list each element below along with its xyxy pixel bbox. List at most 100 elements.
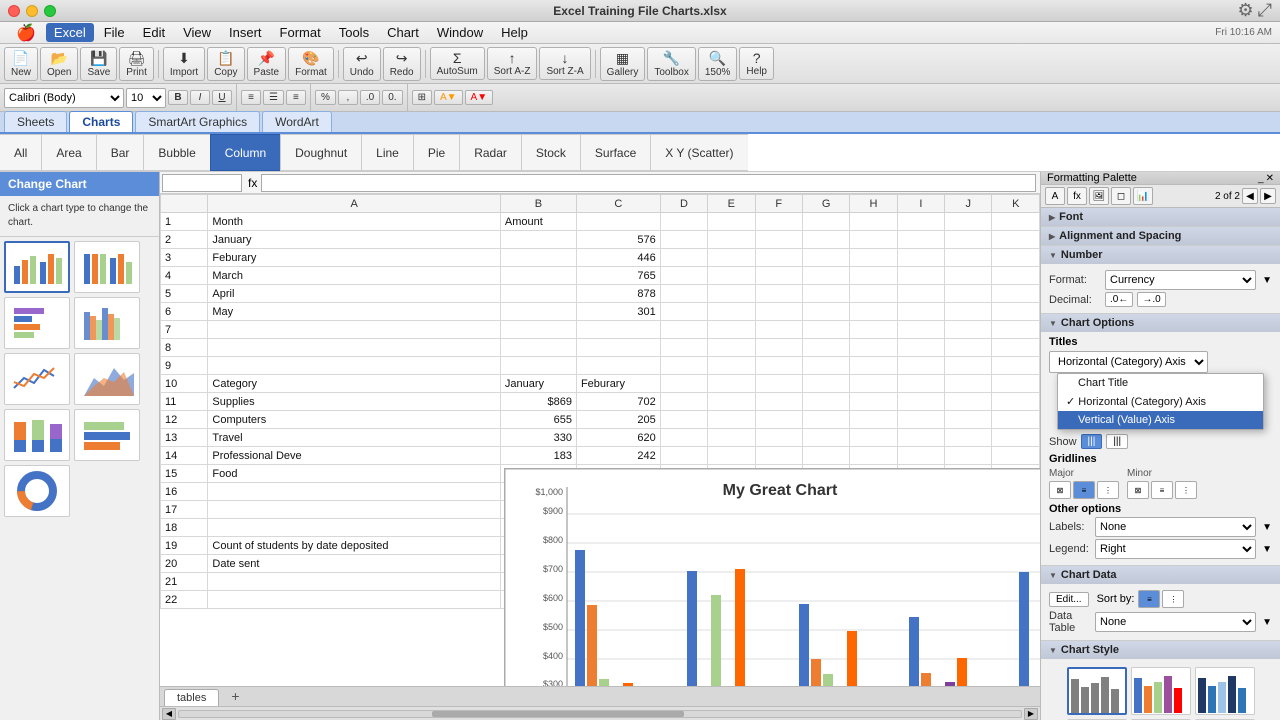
cell-r11-c8[interactable] <box>850 411 897 429</box>
cell-r0-c4[interactable] <box>660 213 707 231</box>
open-button[interactable]: 📂 Open <box>40 47 78 81</box>
menu-tools[interactable]: Tools <box>331 23 377 42</box>
cell-r9-c7[interactable] <box>802 375 849 393</box>
show-off-button[interactable]: ||| <box>1106 434 1128 449</box>
nav-next[interactable]: ▶ <box>1260 188 1276 204</box>
cell-r2-c3[interactable]: 446 <box>576 249 660 267</box>
cell-r11-c9[interactable] <box>897 411 944 429</box>
formula-bar[interactable] <box>261 174 1036 192</box>
cell-r5-c7[interactable] <box>802 303 849 321</box>
col-header-9[interactable]: I <box>897 195 944 213</box>
labels-select[interactable]: None Show <box>1095 517 1256 537</box>
cell-r10-c9[interactable] <box>897 393 944 411</box>
cell-r17-c1[interactable] <box>208 519 501 537</box>
cell-r3-c11[interactable] <box>992 267 1040 285</box>
cell-r10-c1[interactable]: Supplies <box>208 393 501 411</box>
style-2[interactable] <box>1131 667 1191 715</box>
sort-az-button[interactable]: ↑ Sort A-Z <box>487 47 538 80</box>
cell-r6-c10[interactable] <box>945 321 992 339</box>
titles-dropdown[interactable]: Horizontal (Category) Axis Chart Title V… <box>1049 351 1208 373</box>
chart-type-area[interactable]: Area <box>41 134 95 171</box>
col-header-6[interactable]: F <box>755 195 802 213</box>
cell-r6-c8[interactable] <box>850 321 897 339</box>
cell-r12-c10[interactable] <box>945 429 992 447</box>
tab-wordart[interactable]: WordArt <box>262 111 332 132</box>
minor-none-btn[interactable]: ⊠ <box>1127 481 1149 499</box>
decrease-decimal-btn[interactable]: .0← <box>1105 292 1133 307</box>
cell-r3-c10[interactable] <box>945 267 992 285</box>
cell-r15-c1[interactable] <box>208 483 501 501</box>
cell-r20-c0[interactable]: 21 <box>161 573 208 591</box>
cell-r11-c0[interactable]: 12 <box>161 411 208 429</box>
add-sheet-button[interactable]: + <box>225 686 245 706</box>
legend-dropdown-icon[interactable]: ▼ <box>1262 544 1272 555</box>
style-1[interactable] <box>1067 667 1127 715</box>
cell-r11-c4[interactable] <box>660 411 707 429</box>
cell-r7-c10[interactable] <box>945 339 992 357</box>
menu-format[interactable]: Format <box>272 23 329 42</box>
cell-r13-c1[interactable]: Professional Deve <box>208 447 501 465</box>
chart-thumb-4[interactable] <box>74 297 140 349</box>
cell-r10-c3[interactable]: 702 <box>576 393 660 411</box>
cell-r10-c0[interactable]: 11 <box>161 393 208 411</box>
cell-r8-c7[interactable] <box>802 357 849 375</box>
number-section-header[interactable]: ▼ Number <box>1041 246 1280 264</box>
font-family-select[interactable]: Calibri (Body) <box>4 88 124 108</box>
cell-r0-c8[interactable] <box>850 213 897 231</box>
chart-style-header[interactable]: ▼ Chart Style <box>1041 641 1280 659</box>
tab-charts[interactable]: Charts <box>69 111 133 132</box>
cell-r7-c0[interactable]: 8 <box>161 339 208 357</box>
font-section-header[interactable]: ▶ Font <box>1041 208 1280 226</box>
toolbox-button[interactable]: 🔧 Toolbox <box>647 47 695 81</box>
comma-button[interactable]: , <box>338 90 358 105</box>
chart-type-radar[interactable]: Radar <box>459 134 521 171</box>
cell-r12-c9[interactable] <box>897 429 944 447</box>
tab-smartart[interactable]: SmartArt Graphics <box>135 111 260 132</box>
cell-r2-c10[interactable] <box>945 249 992 267</box>
chart-data-header[interactable]: ▼ Chart Data <box>1041 566 1280 584</box>
cell-r4-c9[interactable] <box>897 285 944 303</box>
cell-r3-c6[interactable] <box>755 267 802 285</box>
cell-r5-c9[interactable] <box>897 303 944 321</box>
cell-r11-c2[interactable]: 655 <box>500 411 576 429</box>
sheet-tab-tables[interactable]: tables <box>164 689 219 706</box>
chart-type-all[interactable]: All <box>0 134 41 171</box>
zoom-button[interactable]: 🔍 150% <box>698 47 738 81</box>
cell-r8-c9[interactable] <box>897 357 944 375</box>
cell-r7-c6[interactable] <box>755 339 802 357</box>
minor-vert-btn[interactable]: ⋮ <box>1175 481 1197 499</box>
italic-button[interactable]: I <box>190 90 210 105</box>
cell-r2-c1[interactable]: Feburary <box>208 249 501 267</box>
cell-r10-c7[interactable] <box>802 393 849 411</box>
cell-r0-c10[interactable] <box>945 213 992 231</box>
cell-r11-c1[interactable]: Computers <box>208 411 501 429</box>
chart-type-bar[interactable]: Bar <box>96 134 144 171</box>
cell-r3-c1[interactable]: March <box>208 267 501 285</box>
cell-r7-c5[interactable] <box>708 339 755 357</box>
cell-r21-c0[interactable]: 22 <box>161 591 208 609</box>
autosum-button[interactable]: Σ AutoSum <box>430 47 485 80</box>
cell-r12-c4[interactable] <box>660 429 707 447</box>
popup-horiz-axis[interactable]: Horizontal (Category) Axis <box>1058 392 1263 411</box>
edit-data-button[interactable]: Edit... <box>1049 592 1089 607</box>
cell-r9-c0[interactable]: 10 <box>161 375 208 393</box>
cell-r5-c11[interactable] <box>992 303 1040 321</box>
cell-r0-c11[interactable] <box>992 213 1040 231</box>
style-3[interactable] <box>1195 667 1255 715</box>
menu-chart[interactable]: Chart <box>379 23 427 42</box>
col-header-1[interactable]: A <box>208 195 501 213</box>
menu-excel[interactable]: Excel <box>46 23 94 42</box>
cell-r13-c5[interactable] <box>708 447 755 465</box>
chart-thumb-3[interactable] <box>4 297 70 349</box>
cell-r2-c9[interactable] <box>897 249 944 267</box>
cell-r7-c3[interactable] <box>576 339 660 357</box>
cell-r4-c10[interactable] <box>945 285 992 303</box>
copy-button[interactable]: 📋 Copy <box>207 47 244 81</box>
percent-button[interactable]: % <box>315 90 336 105</box>
cell-r17-c0[interactable]: 18 <box>161 519 208 537</box>
cell-r5-c3[interactable]: 301 <box>576 303 660 321</box>
col-header-10[interactable]: J <box>945 195 992 213</box>
cell-r13-c3[interactable]: 242 <box>576 447 660 465</box>
name-box[interactable] <box>162 174 242 192</box>
cell-r4-c11[interactable] <box>992 285 1040 303</box>
